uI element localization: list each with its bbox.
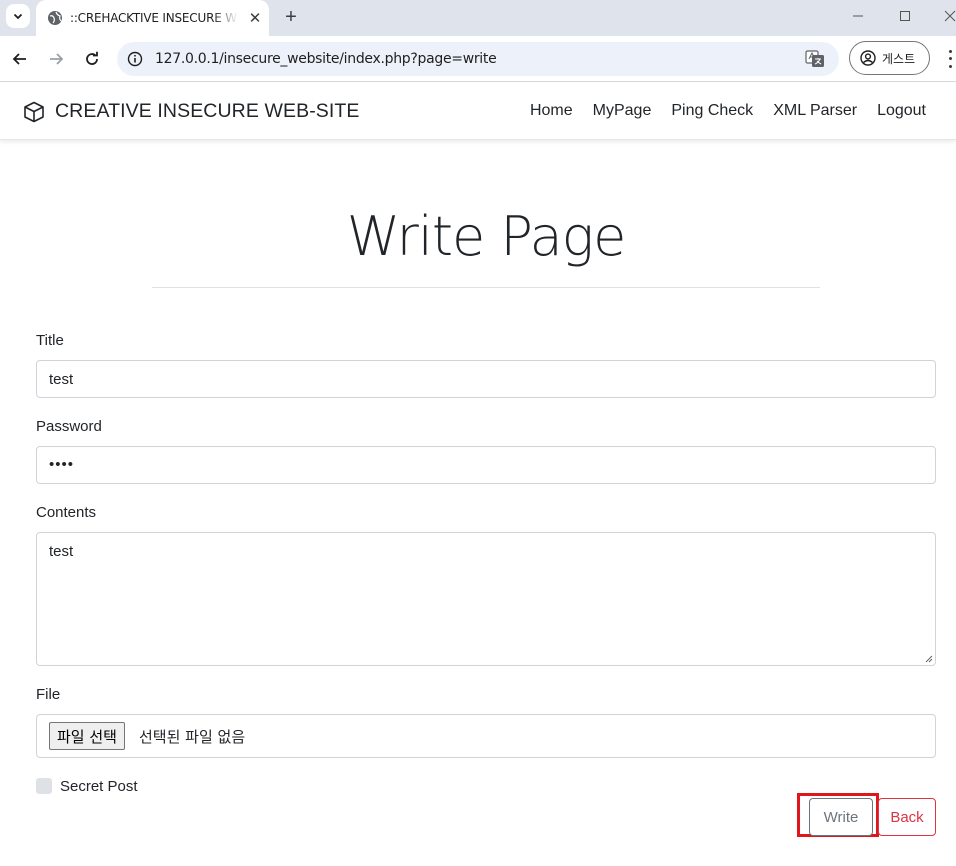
cube-icon — [24, 101, 44, 122]
translate-icon[interactable] — [805, 50, 825, 68]
address-bar[interactable]: 127.0.0.1/insecure_website/index.php?pag… — [117, 42, 839, 76]
password-input-value: •••• — [49, 456, 75, 473]
profile-icon — [860, 50, 876, 66]
page-title: Write Page — [346, 205, 627, 268]
resize-handle-icon[interactable] — [924, 654, 933, 663]
file-input[interactable]: 파일 선택 선택된 파일 없음 — [36, 714, 936, 758]
contents-label: Contents — [36, 504, 97, 521]
file-status: 선택된 파일 없음 — [139, 728, 246, 746]
title-input-value: test — [49, 371, 74, 388]
title-input[interactable]: test — [36, 360, 936, 398]
chevron-down-icon — [13, 13, 23, 20]
close-tab-icon[interactable]: ✕ — [245, 8, 265, 28]
profile-button[interactable]: 게스트 — [849, 41, 930, 75]
browser-tab-active[interactable]: ::CREHACKTIVE INSECURE WEB-SITE ✕ — [36, 0, 269, 36]
url-text[interactable]: 127.0.0.1/insecure_website/index.php?pag… — [155, 51, 497, 67]
nav-link-home[interactable]: Home — [530, 102, 573, 120]
contents-textarea-value: test — [49, 543, 74, 560]
nav-link-ping-check[interactable]: Ping Check — [671, 102, 753, 120]
tab-search-button[interactable] — [6, 4, 30, 28]
forward-arrow-icon[interactable] — [44, 47, 68, 71]
title-divider — [152, 287, 820, 288]
back-arrow-icon[interactable] — [8, 47, 32, 71]
new-tab-icon[interactable]: + — [280, 6, 302, 28]
tab-title: ::CREHACKTIVE INSECURE WEB-SITE — [70, 11, 238, 25]
contents-textarea[interactable]: test — [36, 532, 936, 666]
title-label: Title — [36, 332, 64, 349]
choose-file-button[interactable]: 파일 선택 — [49, 722, 125, 750]
brand[interactable]: CREATIVE INSECURE WEB-SITE — [23, 100, 360, 123]
globe-icon — [48, 11, 62, 25]
file-label: File — [36, 686, 61, 703]
browser-toolbar: 127.0.0.1/insecure_website/index.php?pag… — [0, 36, 956, 82]
write-button[interactable]: Write — [809, 798, 873, 836]
nav-link-logout[interactable]: Logout — [877, 102, 926, 120]
window-close-icon[interactable] — [936, 4, 956, 28]
browser-menu-icon[interactable] — [944, 48, 956, 70]
reload-icon[interactable] — [80, 47, 104, 71]
nav-link-mypage[interactable]: MyPage — [593, 102, 652, 120]
site-info-icon[interactable] — [127, 51, 143, 67]
password-input[interactable]: •••• — [36, 446, 936, 484]
nav-links: Home MyPage Ping Check XML Parser Logout — [530, 102, 926, 120]
browser-tab-bar: ::CREHACKTIVE INSECURE WEB-SITE ✕ + — [0, 0, 956, 36]
site-navbar: CREATIVE INSECURE WEB-SITE Home MyPage P… — [0, 83, 956, 140]
minimize-icon[interactable] — [844, 4, 872, 28]
nav-link-xml-parser[interactable]: XML Parser — [773, 102, 857, 120]
password-label: Password — [36, 418, 102, 435]
back-button[interactable]: Back — [878, 798, 936, 836]
secret-post-label[interactable]: Secret Post — [60, 778, 138, 795]
maximize-icon[interactable] — [891, 4, 919, 28]
profile-label: 게스트 — [882, 51, 916, 66]
brand-text: CREATIVE INSECURE WEB-SITE — [55, 100, 360, 122]
secret-post-checkbox[interactable] — [36, 778, 52, 794]
